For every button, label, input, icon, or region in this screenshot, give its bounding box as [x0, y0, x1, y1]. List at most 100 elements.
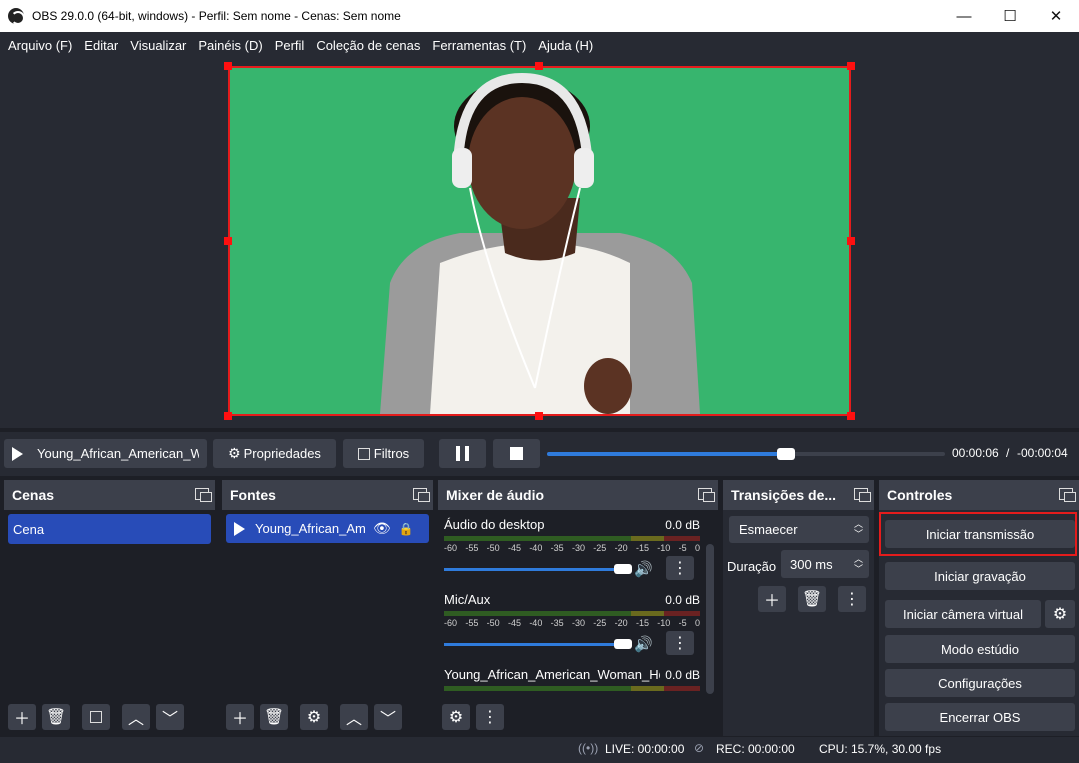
- mixer-scrollbar[interactable]: [706, 544, 714, 694]
- scale-label: -10: [657, 618, 671, 628]
- speaker-icon[interactable]: 🔊: [634, 635, 653, 653]
- scene-item[interactable]: Cena: [8, 514, 211, 544]
- source-properties-button[interactable]: ⚙: [300, 704, 328, 730]
- chevron-down-icon: ﹀: [379, 711, 396, 728]
- filters-button[interactable]: Filtros: [343, 439, 424, 468]
- scale-label: -55: [465, 543, 479, 553]
- media-source-selector[interactable]: Young_African_American_W: [4, 439, 207, 468]
- add-transition-button[interactable]: ＋: [758, 586, 786, 612]
- menu-colecao-de-cenas[interactable]: Coleção de cenas: [310, 38, 426, 53]
- scale-label: -15: [635, 618, 649, 628]
- undock-icon[interactable]: [195, 488, 212, 502]
- volume-slider[interactable]: [444, 639, 632, 649]
- media-source-icon: [234, 521, 245, 536]
- undock-icon[interactable]: [413, 488, 430, 502]
- lock-icon[interactable]: 🔒: [399, 522, 414, 536]
- scale-label: -45: [507, 618, 521, 628]
- start-virtual-camera-button[interactable]: Iniciar câmera virtual: [885, 600, 1041, 628]
- menu-editar[interactable]: Editar: [78, 38, 124, 53]
- sources-list: Young_African_Am 👁 🔒 ＋ 🗑 ⚙ ︿ ﹀: [222, 510, 433, 736]
- remove-scene-button[interactable]: 🗑: [42, 704, 70, 730]
- stop-button[interactable]: [493, 439, 540, 468]
- scale-label: -45: [507, 543, 521, 553]
- virtual-camera-settings-button[interactable]: ⚙: [1045, 600, 1075, 628]
- resize-handle-e[interactable]: [847, 237, 855, 245]
- resize-handle-n[interactable]: [535, 62, 543, 70]
- add-source-button[interactable]: ＋: [226, 704, 254, 730]
- transition-selected-value: Esmaecer: [739, 522, 798, 537]
- channel-menu-button[interactable]: ⋮: [666, 631, 694, 655]
- studio-mode-button[interactable]: Modo estúdio: [885, 635, 1075, 663]
- move-scene-down-button[interactable]: ﹀: [156, 704, 184, 730]
- menu-arquivo[interactable]: Arquivo (F): [2, 38, 78, 53]
- pause-button[interactable]: [439, 439, 486, 468]
- menu-bar: Arquivo (F) Editar Visualizar Painéis (D…: [0, 32, 1079, 58]
- channel-name: Mic/Aux: [444, 592, 491, 607]
- undock-icon[interactable]: [854, 488, 871, 502]
- menu-paineis[interactable]: Painéis (D): [192, 38, 268, 53]
- speaker-icon[interactable]: 🔊: [634, 560, 653, 578]
- time-elapsed: 00:00:06: [952, 446, 999, 460]
- move-scene-up-button[interactable]: ︿: [122, 704, 150, 730]
- start-recording-button[interactable]: Iniciar gravação: [885, 562, 1075, 590]
- seek-thumb[interactable]: [776, 448, 795, 460]
- trash-icon: 🗑: [801, 591, 823, 608]
- mixer-menu-button[interactable]: ⋮: [476, 704, 504, 730]
- pause-icon-bar: [465, 446, 469, 461]
- scale-label: 0: [694, 543, 700, 553]
- preview-canvas[interactable]: [228, 66, 851, 416]
- volume-slider[interactable]: [444, 564, 632, 574]
- properties-button[interactable]: ⚙ Propriedades: [213, 439, 336, 468]
- visibility-eye-icon[interactable]: 👁: [373, 520, 391, 537]
- close-button[interactable]: ✕: [1033, 0, 1079, 32]
- minimize-button[interactable]: —: [941, 0, 987, 32]
- move-source-up-button[interactable]: ︿: [340, 704, 368, 730]
- exit-button[interactable]: Encerrar OBS: [885, 703, 1075, 731]
- undock-icon[interactable]: [698, 488, 715, 502]
- resize-handle-w[interactable]: [224, 237, 232, 245]
- resize-handle-se[interactable]: [847, 412, 855, 420]
- scenes-toolbar: ＋ 🗑 ︿ ﹀: [8, 704, 184, 730]
- scene-filters-button[interactable]: [82, 704, 110, 730]
- volume-thumb[interactable]: [614, 564, 632, 574]
- transition-select[interactable]: Esmaecer ︿ ﹀: [729, 516, 869, 543]
- menu-visualizar[interactable]: Visualizar: [124, 38, 192, 53]
- source-item[interactable]: Young_African_Am 👁 🔒: [226, 514, 429, 543]
- seek-slider[interactable]: [547, 448, 945, 460]
- scale-label: -60: [444, 618, 458, 628]
- resize-handle-s[interactable]: [535, 412, 543, 420]
- menu-perfil[interactable]: Perfil: [269, 38, 311, 53]
- remove-source-button[interactable]: 🗑: [260, 704, 288, 730]
- spinner-arrows-icon: ︿ ﹀: [853, 554, 863, 574]
- resize-handle-sw[interactable]: [224, 412, 232, 420]
- volume-thumb[interactable]: [614, 639, 632, 649]
- move-source-down-button[interactable]: ﹀: [374, 704, 402, 730]
- undock-icon[interactable]: [1059, 488, 1076, 502]
- video-frame-image: [230, 68, 849, 414]
- maximize-button[interactable]: ☐: [987, 0, 1033, 32]
- duration-spinbox[interactable]: 300 ms ︿ ﹀: [781, 550, 869, 578]
- resize-handle-nw[interactable]: [224, 62, 232, 70]
- remove-transition-button[interactable]: 🗑: [798, 586, 826, 612]
- channel-db: 0.0 dB: [665, 668, 700, 682]
- transitions-body: Esmaecer ︿ ﹀ Duração 300 ms ︿ ﹀ ＋ 🗑 ⋮: [723, 510, 874, 736]
- transition-menu-button[interactable]: ⋮: [838, 586, 866, 612]
- resize-handle-ne[interactable]: [847, 62, 855, 70]
- menu-ajuda[interactable]: Ajuda (H): [532, 38, 599, 53]
- add-scene-button[interactable]: ＋: [8, 704, 36, 730]
- pause-icon: [456, 446, 460, 461]
- seek-progress: [547, 452, 786, 456]
- scale-label: -20: [614, 618, 628, 628]
- level-meter: [444, 686, 700, 691]
- scale-label: -40: [529, 618, 543, 628]
- controls-title: Controles: [887, 487, 953, 503]
- start-streaming-button[interactable]: Iniciar transmissão: [885, 520, 1075, 548]
- channel-menu-button[interactable]: ⋮: [666, 556, 694, 580]
- settings-button[interactable]: Configurações: [885, 669, 1075, 697]
- menu-ferramentas[interactable]: Ferramentas (T): [426, 38, 532, 53]
- window-title: OBS 29.0.0 (64-bit, windows) - Perfil: S…: [32, 9, 401, 23]
- scale-label: -35: [550, 543, 564, 553]
- gears-icon: ⚙: [448, 709, 464, 726]
- advanced-audio-button[interactable]: ⚙: [442, 704, 470, 730]
- duration-label: Duração: [727, 559, 777, 574]
